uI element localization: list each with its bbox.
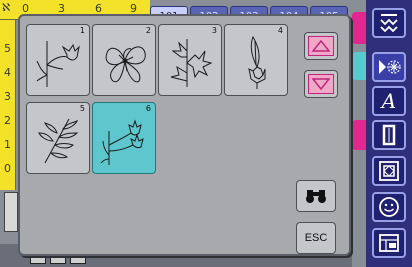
- design-tile-4[interactable]: 4: [224, 24, 288, 96]
- triangle-up-icon: [308, 36, 334, 56]
- alphabet-icon: A: [381, 89, 397, 113]
- embroidery-screen: ℵ 0 3 6 9 5 4 3 2 1 0 101 102 103 104 10…: [0, 0, 412, 267]
- pink-side-button-edge[interactable]: [352, 120, 366, 150]
- ruler-number: 1: [4, 138, 11, 151]
- stitch-type-button[interactable]: [372, 8, 406, 38]
- smiley-icon: [379, 197, 399, 217]
- design-tile-3[interactable]: 3: [158, 24, 222, 96]
- alphabet-button[interactable]: A: [372, 86, 406, 116]
- quilt-icon: [379, 161, 399, 181]
- ruler-number: 4: [4, 66, 11, 79]
- hoop-reference-icon: ℵ: [2, 1, 11, 14]
- stitch-type-icon: [380, 14, 398, 33]
- angled-branch-design-icon: [38, 118, 79, 164]
- back-button-edge[interactable]: [352, 12, 366, 44]
- ruler-left: 5 4 3 2 1 0: [0, 20, 16, 190]
- design-tile-6[interactable]: 6: [92, 102, 156, 174]
- embroidery-icon: [379, 60, 401, 74]
- teal-side-button-edge[interactable]: [352, 52, 366, 80]
- ruler-number: 2: [4, 114, 11, 127]
- design-tile-5[interactable]: 5: [26, 102, 90, 174]
- personal-program-button[interactable]: [372, 228, 406, 258]
- buttonhole-button[interactable]: [372, 120, 406, 150]
- design-tile-1[interactable]: 1: [26, 24, 90, 96]
- triangle-down-icon: [308, 74, 334, 94]
- tulip-spray-design-icon: [100, 119, 144, 165]
- scroll-down-button[interactable]: [304, 70, 338, 98]
- star-flower-design-icon: [170, 39, 213, 87]
- design-selection-popup: 1 2 3 4 5 6 ESC: [18, 14, 351, 256]
- leaf-tulip-design-icon: [248, 35, 266, 89]
- buttonhole-icon: [382, 124, 396, 146]
- esc-button[interactable]: ESC: [296, 222, 336, 254]
- ruler-number: 3: [4, 90, 11, 103]
- flower-outline-design-icon: [105, 46, 146, 83]
- left-side-button-edge[interactable]: [4, 192, 18, 232]
- ruler-number: 0: [4, 162, 11, 175]
- tulip-stem-design-icon: [36, 41, 80, 87]
- binoculars-icon: [306, 190, 326, 203]
- design-tile-2[interactable]: 2: [92, 24, 156, 96]
- smiley-button[interactable]: [372, 192, 406, 222]
- search-button[interactable]: [296, 180, 336, 212]
- esc-label: ESC: [304, 232, 328, 244]
- personal-program-icon: [379, 234, 399, 252]
- function-toolbar: A: [366, 0, 412, 267]
- scroll-up-button[interactable]: [304, 32, 338, 60]
- embroidery-button[interactable]: [372, 52, 406, 82]
- ruler-number: 5: [4, 42, 11, 55]
- quilt-button[interactable]: [372, 156, 406, 186]
